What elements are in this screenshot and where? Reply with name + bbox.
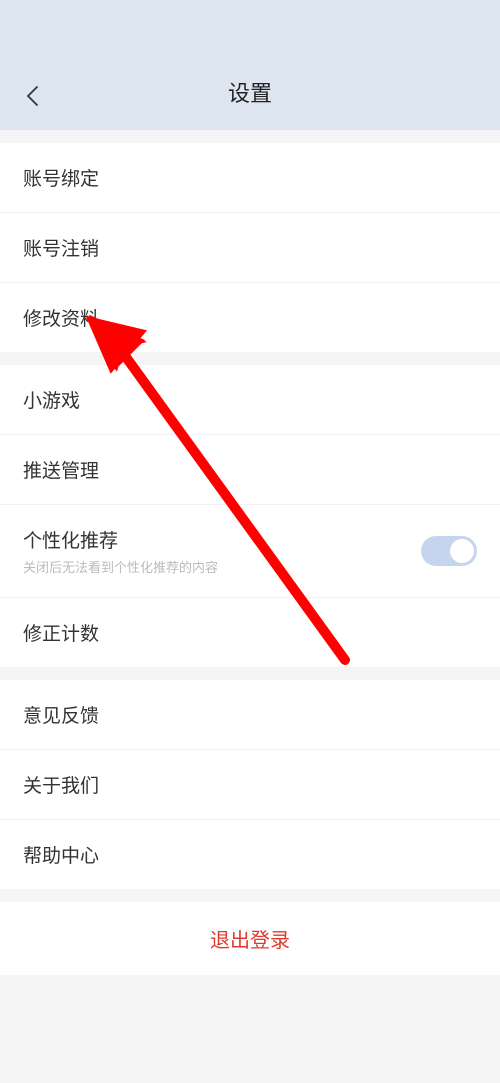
section-account: 账号绑定 账号注销 修改资料 [0,143,500,352]
item-label: 修改资料 [23,304,99,331]
item-account-bind[interactable]: 账号绑定 [0,143,500,213]
item-label: 意见反馈 [23,701,99,728]
item-personalized-recommend[interactable]: 个性化推荐 关闭后无法看到个性化推荐的内容 [0,505,500,598]
item-account-delete[interactable]: 账号注销 [0,213,500,283]
item-mini-games[interactable]: 小游戏 [0,365,500,435]
item-edit-profile[interactable]: 修改资料 [0,283,500,352]
item-about-us[interactable]: 关于我们 [0,750,500,820]
item-push-management[interactable]: 推送管理 [0,435,500,505]
logout-button[interactable]: 退出登录 [0,902,500,975]
section-support: 意见反馈 关于我们 帮助中心 [0,680,500,889]
item-fix-count[interactable]: 修正计数 [0,598,500,667]
item-sublabel: 关闭后无法看到个性化推荐的内容 [23,557,218,576]
item-label: 修正计数 [23,619,99,646]
item-label: 个性化推荐 [23,526,218,553]
item-label: 关于我们 [23,771,99,798]
item-text-wrap: 个性化推荐 关闭后无法看到个性化推荐的内容 [23,526,218,576]
item-feedback[interactable]: 意见反馈 [0,680,500,750]
back-icon[interactable] [20,84,44,108]
item-label: 小游戏 [23,386,80,413]
item-label: 账号注销 [23,234,99,261]
section-features: 小游戏 推送管理 个性化推荐 关闭后无法看到个性化推荐的内容 修正计数 [0,365,500,667]
item-label: 账号绑定 [23,164,99,191]
toggle-switch[interactable] [421,536,477,566]
item-label: 帮助中心 [23,841,99,868]
page-title: 设置 [0,76,500,108]
section-logout: 退出登录 [0,902,500,975]
item-label: 推送管理 [23,456,99,483]
header-bar: 设置 [0,0,500,130]
item-help-center[interactable]: 帮助中心 [0,820,500,889]
